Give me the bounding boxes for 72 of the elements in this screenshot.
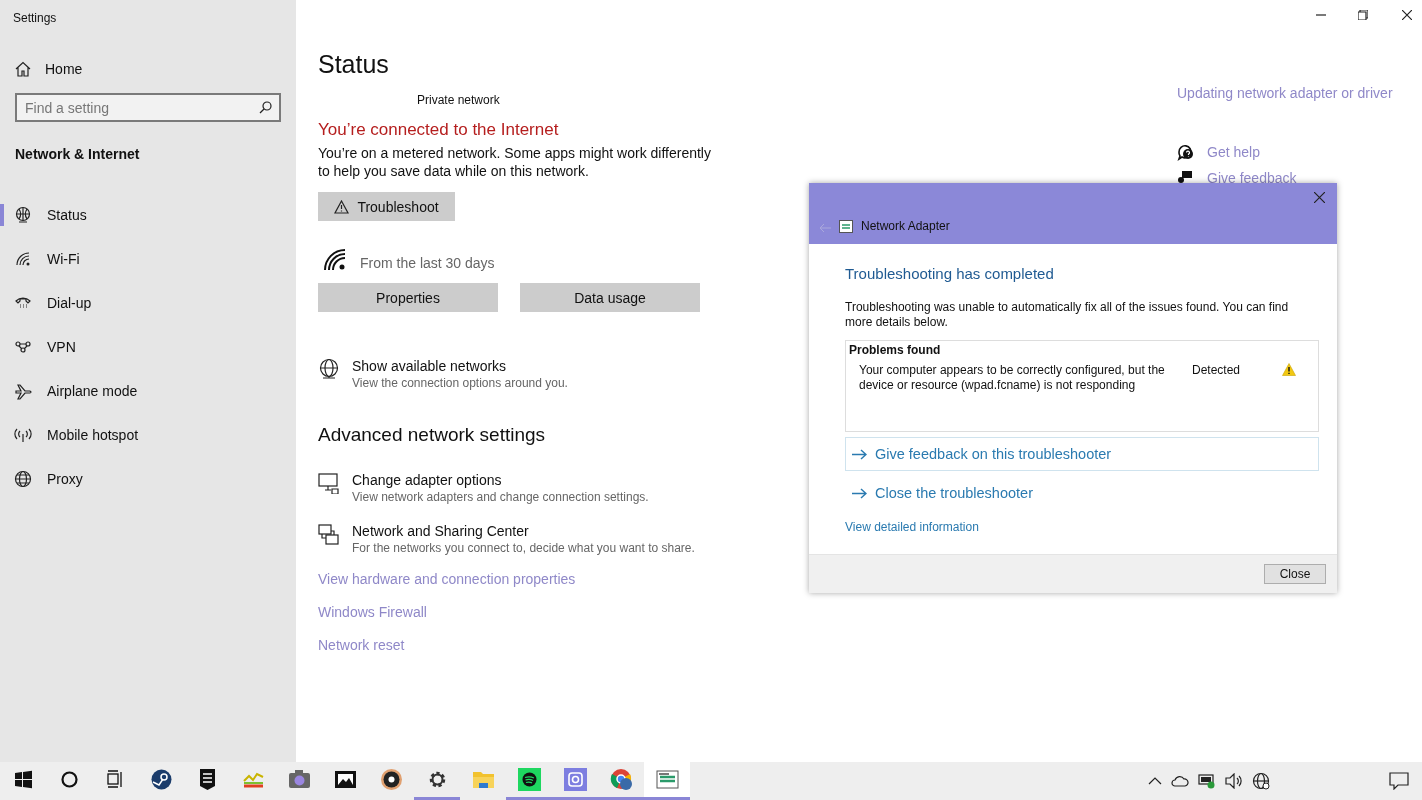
setting-description: For the networks you connect to, decide what you want to share. <box>352 541 695 555</box>
search-icon <box>259 101 272 114</box>
photos-icon <box>333 768 357 791</box>
troubleshooter-action[interactable]: Close the troubleshooter <box>845 476 1319 510</box>
section-heading: Advanced network settings <box>318 424 546 446</box>
problem-text: Your computer appears to be correctly configured, but the device or resource (wpad.fcname) is not responding <box>859 363 1166 393</box>
page-title: Status <box>318 50 389 79</box>
camera-app-icon <box>563 768 587 791</box>
globe-icon <box>14 206 32 224</box>
sidebar-item[interactable]: Airplane mode <box>0 369 296 413</box>
troubleshoot-button[interactable]: Troubleshoot <box>318 192 455 221</box>
troubleshooter-action[interactable]: Give feedback on this troubleshooter <box>845 437 1319 471</box>
section-heading: Network & Internet <box>15 146 140 162</box>
connection-heading: You’re connected to the Internet <box>318 120 559 140</box>
arrow-icon <box>852 448 867 460</box>
camera-icon <box>287 768 311 791</box>
action-button[interactable]: Properties <box>318 283 498 312</box>
setting-description: View network adapters and change connection settings. <box>352 490 649 504</box>
close-icon[interactable] <box>1314 192 1325 203</box>
sidebar-item[interactable]: VPN <box>0 325 296 369</box>
warning-icon <box>334 199 350 214</box>
sidebar-item[interactable]: Proxy <box>0 457 296 501</box>
dialog-title: Network Adapter <box>861 219 950 233</box>
arrow-icon <box>852 487 867 499</box>
setting-description: View the connection options around you. <box>352 376 568 390</box>
adapter-icon <box>839 220 853 233</box>
dialog-heading: Troubleshooting has completed <box>845 265 1054 282</box>
close-button[interactable]: Close <box>1264 564 1326 584</box>
wifi-icon <box>14 250 32 268</box>
music-disc-icon <box>379 768 403 791</box>
dialog-message: Troubleshooting was unable to automatically fix all of the issues found. You can find more details below. <box>845 300 1290 330</box>
monitor-icon <box>318 472 340 494</box>
notification-icon[interactable] <box>1389 772 1409 790</box>
sidebar-item[interactable]: Wi-Fi <box>0 237 296 281</box>
sidebar-item[interactable]: Status <box>0 193 296 237</box>
chevron-up-icon[interactable] <box>1148 776 1162 786</box>
restore-icon <box>1358 10 1368 20</box>
sidebar-item[interactable]: Dial-up <box>0 281 296 325</box>
setting-link[interactable]: Change adapter options <box>352 472 649 488</box>
action-button[interactable]: Data usage <box>520 283 700 312</box>
cloud-icon[interactable] <box>1171 775 1189 787</box>
spotify-icon <box>517 768 541 791</box>
globe-icon[interactable] <box>1252 772 1270 790</box>
setting-link[interactable]: Show available networks <box>352 358 568 374</box>
network-icon <box>318 523 340 545</box>
browser-icon <box>609 768 633 791</box>
adapter-icon <box>655 768 679 791</box>
home-icon <box>15 61 31 77</box>
steam-icon <box>149 768 173 791</box>
battery-icon[interactable] <box>1198 773 1216 789</box>
search-field[interactable]: Find a setting <box>15 93 281 122</box>
volume-icon[interactable] <box>1225 773 1243 789</box>
hotspot-icon <box>14 426 32 444</box>
details-link[interactable]: View detailed information <box>845 520 979 534</box>
warning-icon <box>1282 363 1296 376</box>
help-icon <box>1177 143 1195 161</box>
network-name: Private network <box>417 93 500 107</box>
close-icon <box>1402 10 1412 20</box>
vpn-icon <box>14 338 32 356</box>
sidebar-item[interactable]: Mobile hotspot <box>0 413 296 457</box>
connection-text: You’re on a metered network. Some apps might work differently to help you save data while on this network. <box>318 144 712 180</box>
back-arrow-icon <box>819 223 831 233</box>
globe-icon <box>14 470 32 488</box>
problem-status: Detected <box>1192 363 1242 377</box>
globe-icon <box>318 358 340 380</box>
wifi-icon <box>322 247 348 271</box>
setting-link[interactable]: Network and Sharing Center <box>352 523 695 539</box>
problems-heading: Problems found <box>849 343 941 357</box>
usage-caption: From the last 30 days <box>360 255 495 271</box>
airplane-icon <box>14 382 32 400</box>
window-title: Settings <box>13 11 57 25</box>
home-link[interactable]: Home <box>15 61 296 77</box>
